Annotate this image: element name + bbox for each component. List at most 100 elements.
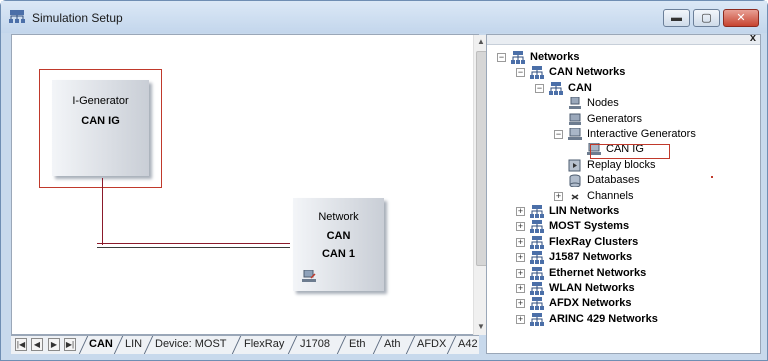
expand-icon[interactable]: + xyxy=(516,253,525,263)
collapse-icon[interactable]: − xyxy=(535,83,544,93)
tree-item-flexray-clusters[interactable]: + FlexRay Clusters xyxy=(487,235,757,250)
tree-item-can[interactable]: − CAN xyxy=(487,81,757,96)
tree-item-label: J1587 Networks xyxy=(549,251,633,264)
expand-icon[interactable]: + xyxy=(516,268,525,278)
expand-icon[interactable]: + xyxy=(516,207,525,216)
network-icon xyxy=(530,205,544,218)
network-icon xyxy=(530,282,544,295)
network-icon xyxy=(530,312,544,326)
scroll-up-icon[interactable]: ▲ xyxy=(477,37,485,46)
interactive-generator-icon xyxy=(568,128,582,140)
tree-item-label: Ethernet Networks xyxy=(549,266,647,279)
title-bar[interactable]: Simulation Setup ▬ ▢ ✕ xyxy=(1,1,767,33)
expand-icon[interactable]: + xyxy=(516,284,525,293)
network-icon xyxy=(511,51,525,64)
tab-separator xyxy=(336,336,347,354)
tree-item-j1587-networks[interactable]: + J1587 Networks xyxy=(487,250,757,265)
tree-item-wlan-networks[interactable]: + WLAN Networks xyxy=(487,281,757,296)
tree-item-arinc-429-networks[interactable]: + ARINC 429 Networks xyxy=(487,312,757,327)
tab-separator xyxy=(78,336,89,354)
tab-separator xyxy=(231,336,242,354)
tab-ath[interactable]: Ath xyxy=(384,338,401,353)
tab-separator xyxy=(372,336,383,354)
app-network-icon xyxy=(9,10,25,23)
tree-item-label: Interactive Generators xyxy=(587,128,696,140)
tree-item-label: CAN Networks xyxy=(549,66,626,79)
tab-afdx[interactable]: AFDX xyxy=(417,338,446,353)
node-icon xyxy=(569,97,581,110)
connection-wire-lower xyxy=(97,247,290,248)
tree-item-label: ARINC 429 Networks xyxy=(549,312,658,325)
replay-icon xyxy=(568,159,581,172)
network-node-icon xyxy=(302,270,316,282)
collapse-icon[interactable]: − xyxy=(497,53,506,62)
tree-pane-header: x xyxy=(487,32,760,45)
tree-item-label: LIN Networks xyxy=(549,205,620,217)
tab-lin[interactable]: LIN xyxy=(125,338,142,353)
generator-block-type: I-Generator xyxy=(72,95,129,107)
expand-icon[interactable]: + xyxy=(516,237,525,247)
tab-separator xyxy=(113,336,124,354)
last-tab-button[interactable]: ▶| xyxy=(64,338,76,351)
tree-item-nodes[interactable]: Nodes xyxy=(487,96,757,111)
network-icon xyxy=(549,81,563,95)
network-icon xyxy=(530,66,544,80)
tree-item-replay-blocks[interactable]: Replay blocks xyxy=(487,158,757,173)
tree-item-label: Nodes xyxy=(587,97,619,110)
tab-a42[interactable]: A42 xyxy=(458,338,478,353)
connection-wire-upper xyxy=(97,243,290,244)
tree-selection-outline xyxy=(590,144,670,159)
can-1-network-block[interactable]: Network CAN CAN 1 xyxy=(293,198,384,291)
scroll-down-icon[interactable]: ▼ xyxy=(477,322,485,331)
network-icon xyxy=(530,251,544,265)
minimize-button[interactable]: ▬ xyxy=(663,9,690,27)
expand-icon[interactable]: + xyxy=(516,222,525,232)
next-tab-button[interactable]: ▶ xyxy=(48,338,60,351)
tree-item-label: FlexRay Clusters xyxy=(549,235,639,248)
network-tab-bar: |◀ ◀ ▶ ▶| CAN LIN Device: MOST FlexRay J… xyxy=(11,335,479,354)
can-ig-block[interactable]: I-Generator CAN IG xyxy=(52,80,149,176)
collapse-icon[interactable]: − xyxy=(516,68,525,78)
tree-item-databases[interactable]: Databases xyxy=(487,173,757,188)
tab-j1708[interactable]: J1708 xyxy=(300,338,330,353)
tab-eth[interactable]: Eth xyxy=(349,338,366,353)
tree-item-ethernet-networks[interactable]: + Ethernet Networks xyxy=(487,266,757,281)
expand-icon[interactable]: + xyxy=(516,299,525,309)
maximize-button[interactable]: ▢ xyxy=(693,9,720,27)
expand-icon[interactable]: + xyxy=(554,191,563,201)
tab-device-most[interactable]: Device: MOST xyxy=(155,338,227,353)
tree-item-generators[interactable]: Generators xyxy=(487,112,757,127)
database-icon xyxy=(569,174,581,188)
tab-separator xyxy=(405,336,416,354)
tree-item-label: AFDX Networks xyxy=(549,297,632,310)
network-icon xyxy=(530,220,544,234)
generator-block-name: CAN IG xyxy=(81,115,120,127)
tree-item-networks[interactable]: − Networks xyxy=(487,50,757,65)
tree-item-lin-networks[interactable]: + LIN Networks xyxy=(487,204,757,219)
simulation-diagram-canvas[interactable]: I-Generator CAN IG Network CAN CAN 1 ▲ ▼ xyxy=(11,34,489,335)
tree-item-most-systems[interactable]: + MOST Systems xyxy=(487,219,757,234)
tree-item-can-networks[interactable]: − CAN Networks xyxy=(487,65,757,80)
tab-can[interactable]: CAN xyxy=(89,338,113,353)
window-title: Simulation Setup xyxy=(32,11,123,25)
prev-tab-button[interactable]: ◀ xyxy=(31,338,43,351)
tree-item-label: MOST Systems xyxy=(549,220,630,233)
simulation-setup-window: Simulation Setup ▬ ▢ ✕ I-Generator CAN I… xyxy=(0,0,768,361)
tree-item-label: WLAN Networks xyxy=(549,282,635,294)
tree-item-interactive-generators[interactable]: − Interactive Generators xyxy=(487,127,757,142)
network-block-name: CAN 1 xyxy=(321,248,355,260)
first-tab-button[interactable]: |◀ xyxy=(15,338,27,351)
close-button[interactable]: ✕ xyxy=(723,9,759,27)
pane-close-icon[interactable]: x xyxy=(750,32,756,44)
tab-flexray[interactable]: FlexRay xyxy=(244,338,284,353)
network-icon xyxy=(530,266,544,280)
collapse-icon[interactable]: − xyxy=(554,130,563,139)
tree-item-label: CAN xyxy=(568,81,592,94)
tab-separator xyxy=(143,336,154,354)
tree-item-channels[interactable]: + Channels xyxy=(487,189,757,204)
expand-icon[interactable]: + xyxy=(516,314,525,324)
network-block-type: Network xyxy=(318,211,359,223)
generator-icon xyxy=(569,113,581,125)
tree-item-afdx-networks[interactable]: + AFDX Networks xyxy=(487,296,757,311)
channel-icon xyxy=(571,193,579,200)
